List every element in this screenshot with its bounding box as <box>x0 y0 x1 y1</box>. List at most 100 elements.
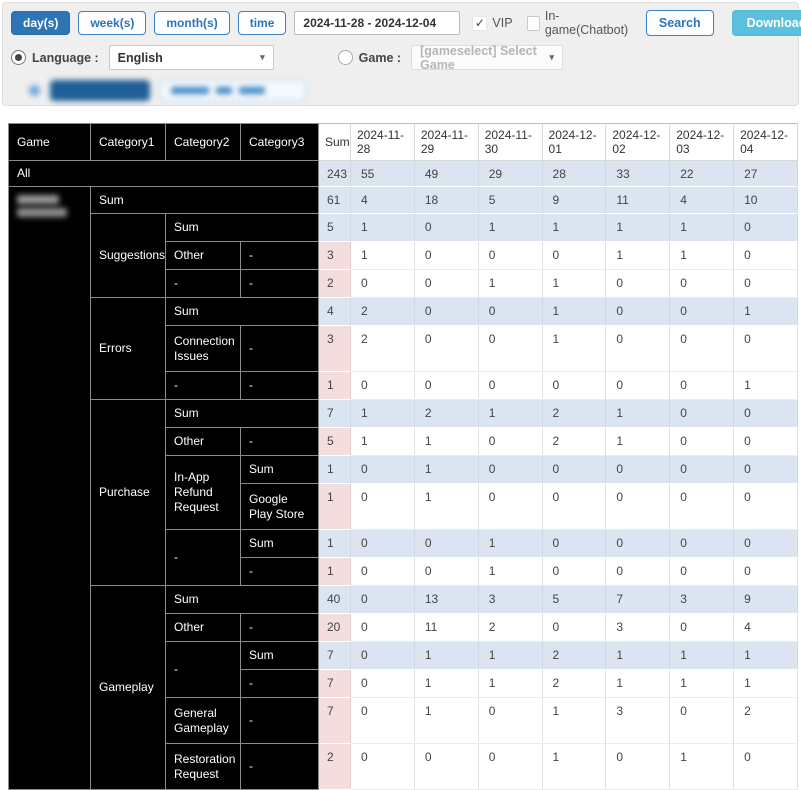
value-cell: 0 <box>733 241 798 270</box>
redacted-secondary-button[interactable] <box>160 80 306 101</box>
game-select[interactable]: [gameselect] Select Game ▾ <box>411 44 564 72</box>
value-cell: 1 <box>350 213 415 242</box>
category-cell: - <box>240 241 319 270</box>
category-cell: - <box>240 371 319 400</box>
download-button[interactable]: Download <box>731 10 801 36</box>
table-row: All 243 55 49 29 28 33 22 27 <box>8 160 798 187</box>
stats-table-header: Game Category1 Category2 Category3 Sum 2024-1… <box>8 123 798 161</box>
months-button[interactable]: month(s) <box>154 11 230 35</box>
redacted-controls <box>11 80 790 101</box>
value-cell: 0 <box>733 455 798 484</box>
category-cell: - <box>240 669 319 698</box>
value-cell: 0 <box>541 371 607 400</box>
value-cell: 1 <box>669 213 735 242</box>
sum-cell: 1 <box>318 483 351 530</box>
category-cell: - <box>240 325 319 372</box>
value-cell: 2 <box>350 297 415 326</box>
weeks-button[interactable]: week(s) <box>78 11 147 35</box>
category-cell: Sum <box>165 399 319 428</box>
category-cell: Purchase <box>90 399 166 586</box>
value-cell: 0 <box>605 455 671 484</box>
value-cell: 1 <box>413 697 479 744</box>
value-cell: 0 <box>669 557 735 586</box>
chevron-down-icon: ▾ <box>260 52 265 62</box>
value-cell: 1 <box>413 641 479 670</box>
sum-cell: 4 <box>318 297 351 326</box>
value-cell: 0 <box>669 455 735 484</box>
language-select[interactable]: English ▾ <box>108 45 274 70</box>
redacted-text <box>171 87 209 94</box>
column-header: 2024-11-29 <box>413 123 479 161</box>
redacted-primary-button[interactable] <box>50 80 150 101</box>
category-cell: - <box>165 371 241 400</box>
value-cell: 0 <box>669 297 735 326</box>
column-header: Sum <box>318 123 351 161</box>
value-cell: 2 <box>541 641 607 670</box>
value-cell: 0 <box>669 371 735 400</box>
value-cell: 2 <box>541 399 607 428</box>
all-row-label: All <box>8 160 319 187</box>
value-cell: 1 <box>413 455 479 484</box>
category-cell: In-App Refund Request <box>165 455 241 530</box>
category-cell: Gameplay <box>90 585 166 790</box>
value-cell: 2 <box>733 697 798 744</box>
value-cell: 0 <box>605 297 671 326</box>
sum-cell: 3 <box>318 325 351 372</box>
value-cell: 0 <box>477 483 543 530</box>
sum-cell: 2 <box>318 269 351 298</box>
ingame-checkbox[interactable] <box>526 15 540 31</box>
value-cell: 1 <box>669 641 735 670</box>
days-button[interactable]: day(s) <box>11 11 71 35</box>
sum-cell: 5 <box>318 213 351 242</box>
value-cell: 1 <box>733 297 798 326</box>
value-cell: 1 <box>669 669 735 698</box>
value-cell: 0 <box>477 241 543 270</box>
value-cell: 1 <box>350 399 415 428</box>
value-cell: 0 <box>350 483 415 530</box>
value-cell: 0 <box>733 269 798 298</box>
language-radio[interactable] <box>11 50 26 65</box>
time-button[interactable]: time <box>237 11 287 35</box>
search-button[interactable]: Search <box>645 10 714 36</box>
value-cell: 1 <box>669 743 735 790</box>
value-cell: 0 <box>413 371 479 400</box>
sum-cell: 61 <box>318 186 351 214</box>
value-cell: 0 <box>413 269 479 298</box>
period-toolbar: day(s) week(s) month(s) time ✓ VIP In-ga… <box>11 9 801 37</box>
category-cell: Sum <box>90 186 319 214</box>
date-range-input[interactable] <box>294 11 461 35</box>
sum-cell: 3 <box>318 241 351 270</box>
column-header: Category2 <box>165 123 241 161</box>
value-cell: 0 <box>605 483 671 530</box>
value-cell: 3 <box>605 697 671 744</box>
game-radio[interactable] <box>337 50 353 65</box>
category-cell: - <box>165 269 241 298</box>
value-cell: 1 <box>541 325 607 372</box>
vip-checkbox[interactable]: ✓ <box>472 15 488 31</box>
vip-label: VIP <box>492 16 513 30</box>
value-cell: 0 <box>350 455 415 484</box>
column-header: 2024-12-03 <box>669 123 735 161</box>
sum-cell: 20 <box>318 613 351 642</box>
category-cell: Google Play Store <box>240 483 319 530</box>
category-cell: - <box>240 697 319 744</box>
redacted-game-name <box>17 195 69 221</box>
value-cell: 1 <box>605 241 671 270</box>
value-cell: 0 <box>350 371 415 400</box>
value-cell: 0 <box>350 557 415 586</box>
category-cell: Sum <box>165 213 319 242</box>
value-cell: 0 <box>477 427 543 456</box>
value-cell: 1 <box>413 427 479 456</box>
value-cell: 0 <box>477 455 543 484</box>
value-cell: 0 <box>605 325 671 372</box>
sum-cell: 7 <box>318 641 351 670</box>
column-header: 2024-11-28 <box>350 123 415 161</box>
value-cell: 0 <box>350 697 415 744</box>
value-cell: 55 <box>350 160 415 187</box>
table-row: Purchase Sum 7 1 2 1 2 1 0 0 <box>9 399 798 586</box>
value-cell: 0 <box>350 613 415 642</box>
selector-row: Language : English ▾ Game : [gameselect]… <box>11 44 790 72</box>
table-row: Gameplay Sum 40 0 13 3 5 7 3 9 <box>9 585 798 790</box>
column-header: 2024-12-04 <box>733 123 798 161</box>
value-cell: 0 <box>733 399 798 428</box>
